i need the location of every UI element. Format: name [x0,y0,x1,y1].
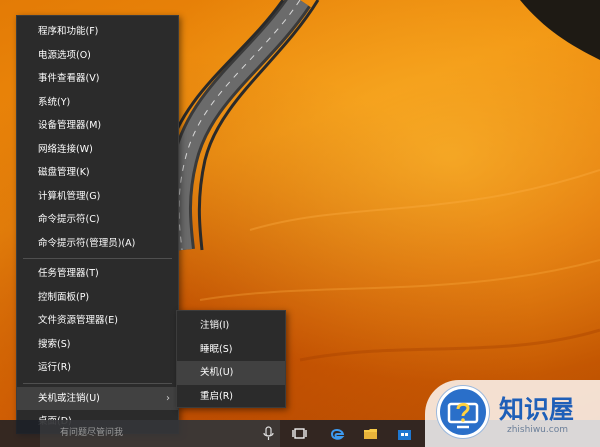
search-placeholder: 有问题尽管问我 [60,428,124,438]
menu-item-control-panel[interactable]: 控制面板(P) [17,286,178,310]
watermark-logo [437,386,489,438]
menu-item-system[interactable]: 系统(Y) [17,91,178,115]
submenu-item-sleep[interactable]: 睡眠(S) [177,338,285,362]
menu-item-device-manager[interactable]: 设备管理器(M) [17,114,178,138]
submenu-item-sign-out[interactable]: 注销(I) [177,314,285,338]
start-context-menu: 程序和功能(F) 电源选项(O) 事件查看器(V) 系统(Y) 设备管理器(M)… [16,15,179,434]
menu-item-command-prompt-admin[interactable]: 命令提示符(管理员)(A) [17,232,178,256]
menu-item-search[interactable]: 搜索(S) [17,333,178,357]
menu-item-computer-management[interactable]: 计算机管理(G) [17,185,178,209]
question-monitor-icon [447,402,479,429]
microphone-icon[interactable] [260,425,277,442]
menu-item-label: 关机或注销(U) [38,392,100,404]
menu-item-task-manager[interactable]: 任务管理器(T) [17,262,178,286]
submenu-item-shut-down[interactable]: 关机(U) [177,361,285,385]
menu-item-event-viewer[interactable]: 事件查看器(V) [17,67,178,91]
submenu-item-restart[interactable]: 重启(R) [177,385,285,409]
menu-item-power-options[interactable]: 电源选项(O) [17,44,178,68]
watermark-title: 知识屋 [499,395,575,424]
menu-item-network-connections[interactable]: 网络连接(W) [17,138,178,162]
cortana-search-box[interactable]: 有问题尽管问我 [40,420,280,447]
watermark-url: zhishiwu.com [507,425,568,435]
store-icon[interactable] [396,425,413,442]
menu-item-programs-features[interactable]: 程序和功能(F) [17,20,178,44]
task-view-icon[interactable] [291,425,308,442]
shutdown-submenu: 注销(I) 睡眠(S) 关机(U) 重启(R) [176,310,286,408]
menu-separator [23,258,172,259]
chevron-right-icon: › [166,392,170,404]
menu-item-file-explorer[interactable]: 文件资源管理器(E) [17,309,178,333]
edge-icon[interactable] [329,425,346,442]
file-explorer-icon[interactable] [362,425,379,442]
menu-item-disk-management[interactable]: 磁盘管理(K) [17,161,178,185]
menu-separator [23,382,172,384]
site-watermark: 知识屋 zhishiwu.com [425,380,600,447]
menu-item-command-prompt[interactable]: 命令提示符(C) [17,208,178,232]
menu-item-run[interactable]: 运行(R) [17,356,178,380]
menu-item-shutdown-signout[interactable]: 关机或注销(U) › [17,386,178,410]
